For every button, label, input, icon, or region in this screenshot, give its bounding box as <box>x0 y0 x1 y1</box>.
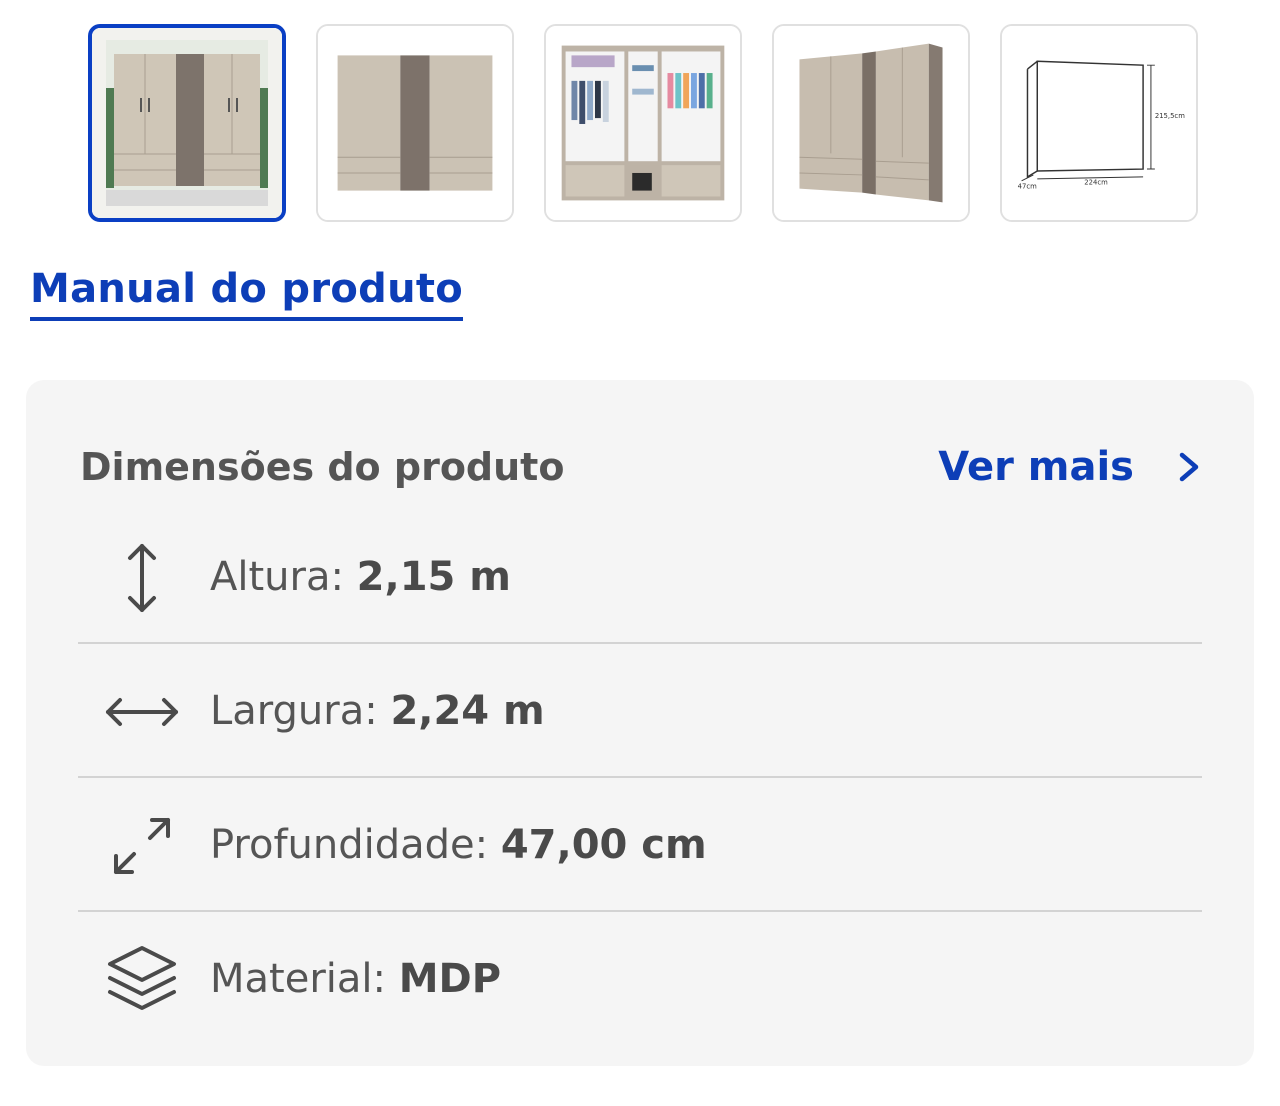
depth-value: 47,00 cm <box>500 822 707 868</box>
dimension-text-material: Material: MDP <box>210 954 501 1004</box>
product-manual-link[interactable]: Manual do produto <box>30 265 464 321</box>
thumbnail-dimension-diagram[interactable]: 215,5cm 224cm 47cm <box>1000 24 1198 222</box>
width-value: 2,24 m <box>390 688 545 734</box>
dimensions-title: Dimensões do produto <box>80 445 565 489</box>
chevron-right-icon <box>1179 452 1199 482</box>
horizontal-arrow-icon <box>106 698 178 726</box>
dimension-row-width: Largura: 2,24 m <box>78 644 1202 778</box>
see-more-button[interactable]: Ver mais <box>938 444 1202 490</box>
height-value: 2,15 m <box>356 554 511 600</box>
depth-label: Profundidade: <box>210 822 489 868</box>
height-label: Altura: <box>210 554 344 600</box>
diagram-height-label: 215,5cm <box>1155 112 1185 120</box>
layers-icon <box>108 946 176 1010</box>
dimension-text-height: Altura: 2,15 m <box>210 552 511 602</box>
dimension-row-depth: Profundidade: 47,00 cm <box>78 778 1202 912</box>
wardrobe-angled-image <box>774 26 968 220</box>
dimension-text-width: Largura: 2,24 m <box>210 686 545 736</box>
see-more-label: Ver mais <box>938 444 1134 490</box>
dimension-text-depth: Profundidade: 47,00 cm <box>210 820 707 870</box>
thumbnail-open-interior[interactable] <box>544 24 742 222</box>
dimensions-card: Dimensões do produto Ver mais Altura: 2,… <box>26 380 1254 1066</box>
diagonal-expand-icon <box>114 818 170 874</box>
dimension-row-height: Altura: 2,15 m <box>78 510 1202 644</box>
wardrobe-room-image <box>92 28 282 218</box>
wardrobe-front-image <box>318 26 512 220</box>
width-label: Largura: <box>210 688 378 734</box>
diagram-width-label: 224cm <box>1084 179 1108 187</box>
dimension-diagram-image: 215,5cm 224cm 47cm <box>1002 26 1196 220</box>
product-image-gallery: 215,5cm 224cm 47cm <box>0 0 1280 240</box>
wardrobe-interior-image <box>546 26 740 220</box>
diagram-depth-label: 47cm <box>1018 183 1037 191</box>
thumbnail-front-room[interactable] <box>88 24 286 222</box>
vertical-arrow-icon <box>128 544 156 612</box>
material-value: MDP <box>398 956 502 1002</box>
dimension-row-material: Material: MDP <box>78 912 1202 1044</box>
thumbnail-angled-view[interactable] <box>772 24 970 222</box>
dimensions-list: Altura: 2,15 m Largura: 2,24 m Profundid… <box>78 510 1202 1044</box>
material-label: Material: <box>210 956 386 1002</box>
thumbnail-front-closed[interactable] <box>316 24 514 222</box>
